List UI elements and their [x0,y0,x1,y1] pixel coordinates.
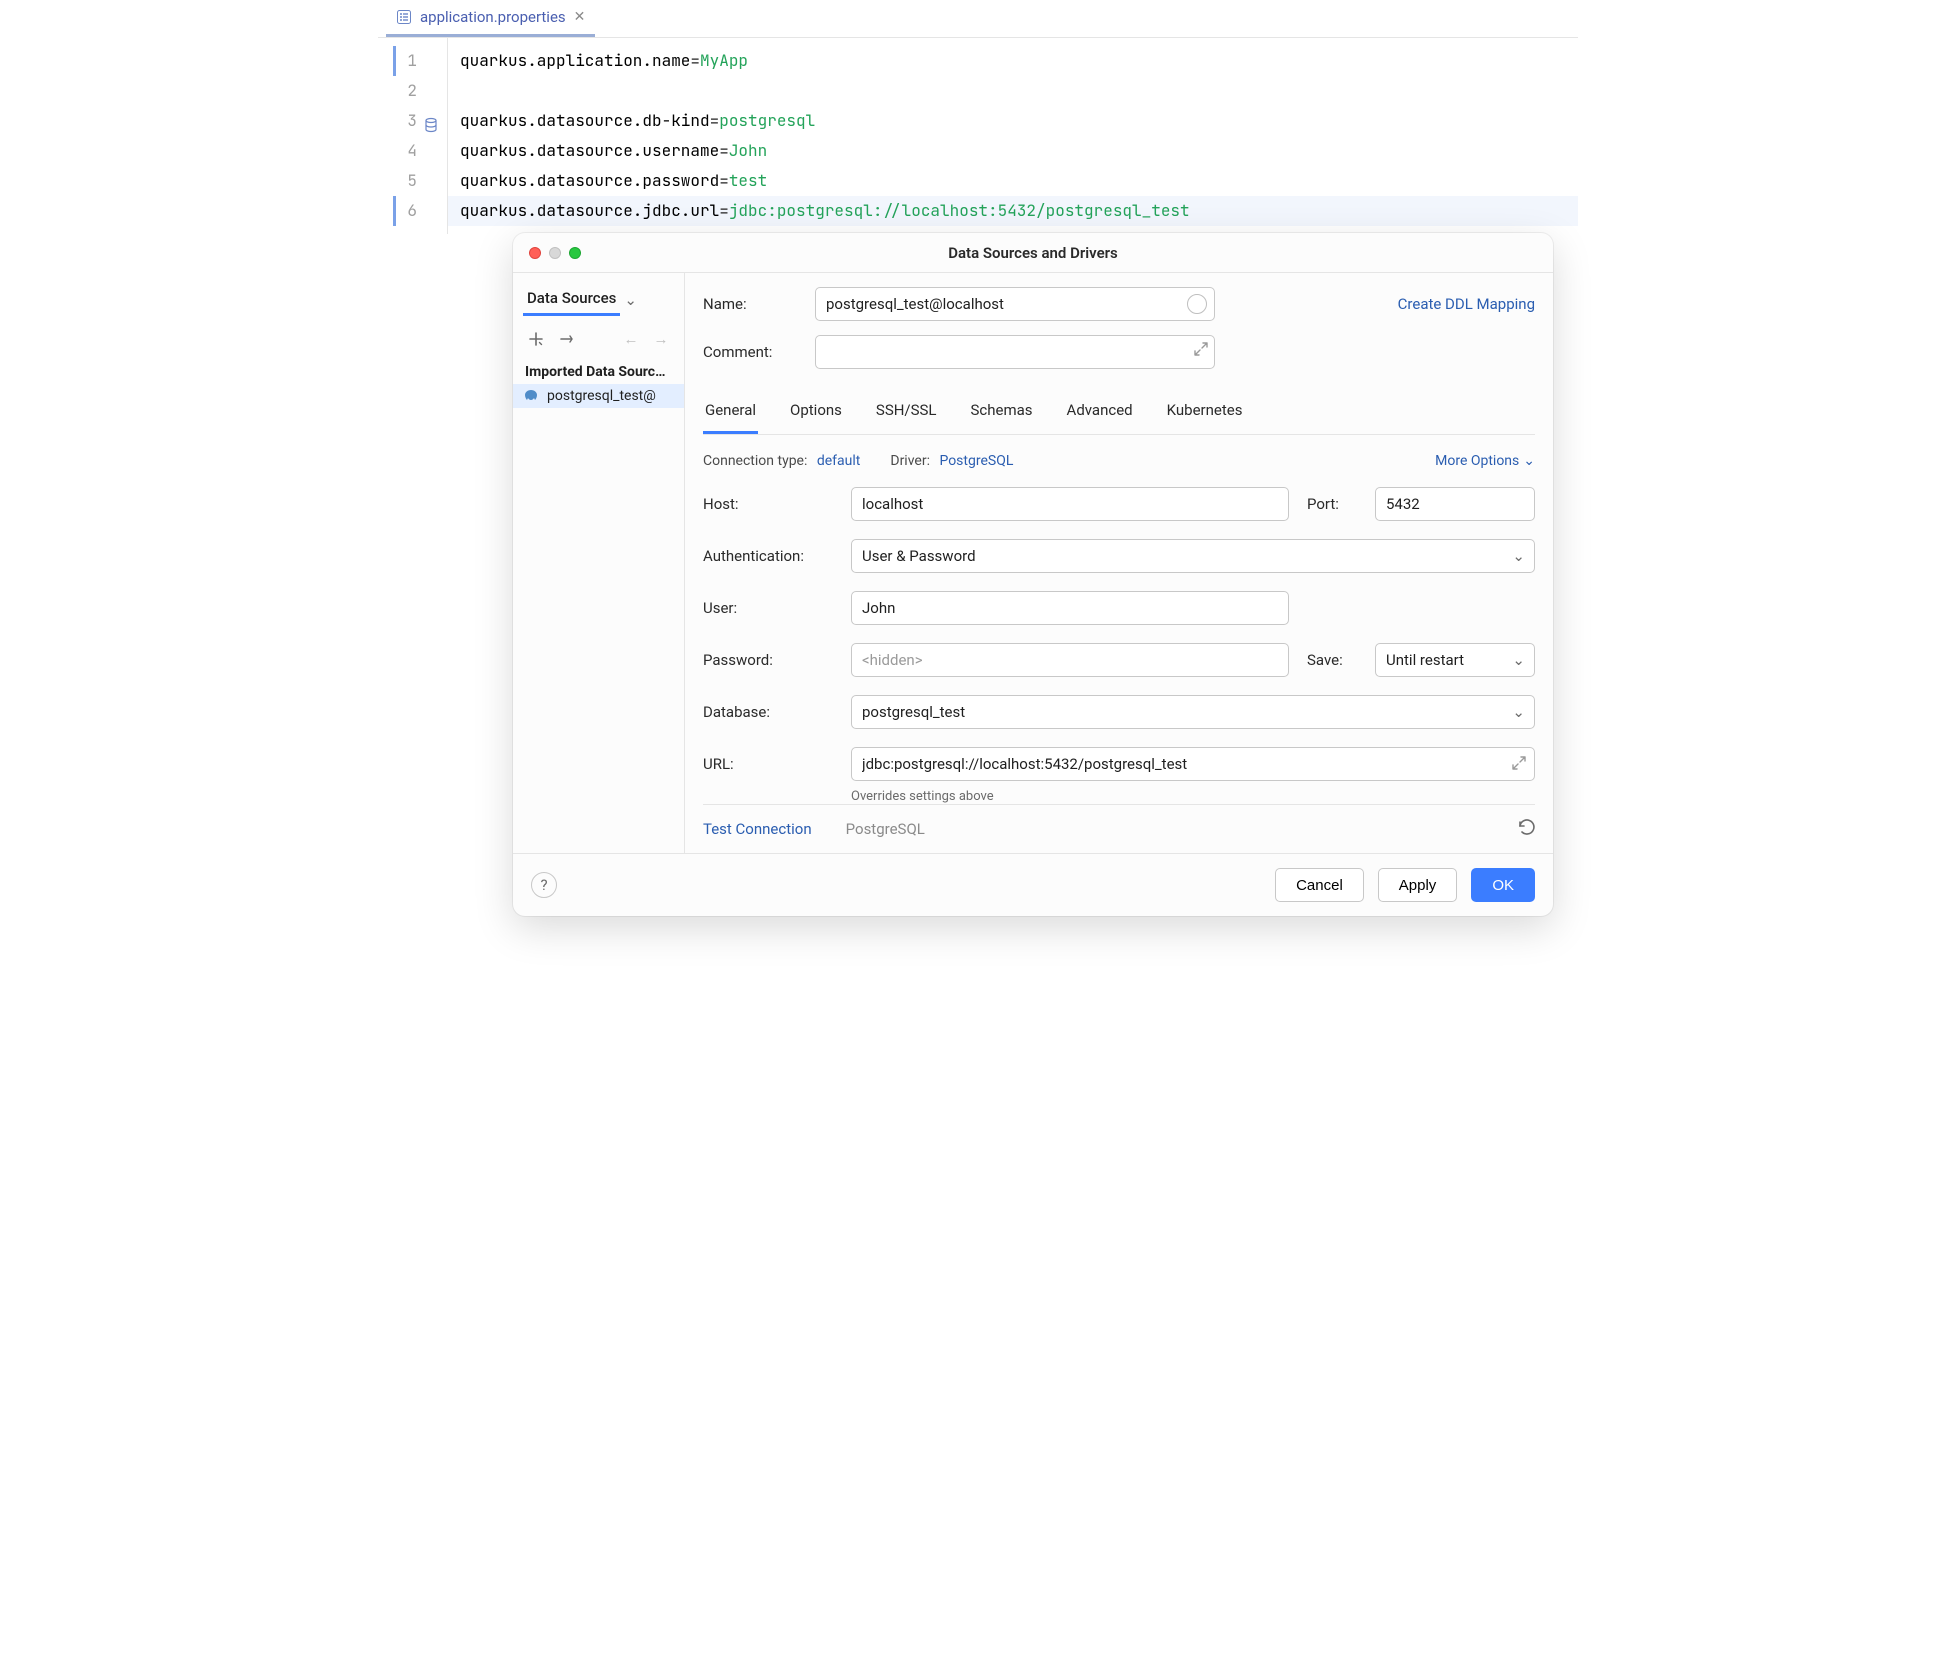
window-controls [529,247,581,259]
code-editor[interactable]: 1 2 3 4 5 6 quarkus.application.name=MyA… [378,38,1578,234]
file-tab[interactable]: application.properties ✕ [386,0,595,37]
url-hint: Overrides settings above [851,789,1535,804]
save-select[interactable] [1375,643,1535,677]
zoom-window-icon[interactable] [569,247,581,259]
tab-schemas[interactable]: Schemas [969,393,1035,434]
chevron-down-icon: ⌄ [1523,453,1535,469]
code-line [448,76,1578,106]
name-label: Name: [703,295,799,313]
code-line: quarkus.datasource.db-kind=postgresql [448,106,1578,136]
expand-icon[interactable] [1193,341,1209,361]
dialog-tabs: General Options SSH/SSL Schemas Advanced… [703,393,1535,435]
tab-options[interactable]: Options [788,393,844,434]
test-connection-link[interactable]: Test Connection [703,820,812,838]
close-icon[interactable]: ✕ [574,10,586,24]
editor-code[interactable]: quarkus.application.name=MyApp quarkus.d… [448,38,1578,234]
connection-form: Host: Port: Authentication: ⌄ User: Pass… [703,487,1535,804]
dialog-sidebar: Data Sources ⌄ ← → Imported Data Sourc… [513,273,685,853]
postgresql-icon [523,388,539,404]
driver-name: PostgreSQL [846,820,925,838]
data-sources-dialog: Data Sources and Drivers Data Sources ⌄ [513,233,1553,916]
dialog-footer: ? Cancel Apply OK [513,853,1553,916]
database-gutter-icon[interactable] [423,113,439,129]
driver-label: Driver: [890,453,930,469]
sidebar-item-label: postgresql_test@ [547,388,656,404]
code-line: quarkus.datasource.password=test [448,166,1578,196]
dialog-main: Name: Create DDL Mapping Comment: [685,273,1553,853]
database-label: Database: [703,703,833,721]
remove-icon[interactable] [555,328,577,350]
minimize-window-icon[interactable] [549,247,561,259]
code-line: quarkus.datasource.jdbc.url=jdbc:postgre… [448,196,1578,226]
properties-file-icon [396,9,412,25]
tab-kubernetes[interactable]: Kubernetes [1165,393,1245,434]
url-input[interactable] [851,747,1535,781]
more-options-link[interactable]: More Options ⌄ [1435,453,1535,469]
connection-type-label: Connection type: [703,453,807,469]
create-ddl-mapping-link[interactable]: Create DDL Mapping [1398,295,1535,313]
comment-label: Comment: [703,343,799,361]
port-input[interactable] [1375,487,1535,521]
code-line: quarkus.datasource.username=John [448,136,1578,166]
undo-icon[interactable] [1515,817,1535,841]
driver-link[interactable]: PostgreSQL [939,453,1013,469]
password-input[interactable] [851,643,1289,677]
editor-tabs: application.properties ✕ [378,0,1578,38]
connection-meta: Connection type: default Driver: Postgre… [703,453,1535,469]
color-picker-icon[interactable] [1187,294,1207,314]
dialog-title: Data Sources and Drivers [513,244,1553,262]
cancel-button[interactable]: Cancel [1275,868,1364,902]
dialog-lower-bar: Test Connection PostgreSQL [703,804,1535,853]
user-label: User: [703,599,833,617]
add-icon[interactable] [525,328,547,350]
host-label: Host: [703,495,833,513]
back-icon[interactable]: ← [620,328,642,350]
dialog-titlebar[interactable]: Data Sources and Drivers [513,233,1553,273]
tab-general[interactable]: General [703,393,758,434]
database-input[interactable] [851,695,1535,729]
sidebar-section-label: Imported Data Sourc… [513,358,684,384]
sidebar-item-postgresql-test[interactable]: postgresql_test@ [513,384,684,408]
tab-advanced[interactable]: Advanced [1065,393,1135,434]
url-label: URL: [703,755,833,773]
password-label: Password: [703,651,833,669]
code-line: quarkus.application.name=MyApp [448,46,1578,76]
file-tab-label: application.properties [420,8,566,26]
tab-ssh-ssl[interactable]: SSH/SSL [874,393,939,434]
apply-button[interactable]: Apply [1378,868,1458,902]
user-input[interactable] [851,591,1289,625]
ok-button[interactable]: OK [1471,868,1535,902]
chevron-down-icon[interactable]: ⌄ [624,291,637,309]
host-input[interactable] [851,487,1289,521]
connection-type-link[interactable]: default [817,453,861,469]
name-input[interactable] [815,287,1215,321]
comment-input[interactable] [815,335,1215,369]
authentication-select[interactable] [851,539,1535,573]
authentication-label: Authentication: [703,547,833,565]
port-label: Port: [1307,495,1357,513]
forward-icon[interactable]: → [650,328,672,350]
close-window-icon[interactable] [529,247,541,259]
save-label: Save: [1307,651,1357,669]
sidebar-tab-data-sources[interactable]: Data Sources [523,283,620,316]
expand-icon[interactable] [1511,755,1527,775]
editor-gutter: 1 2 3 4 5 6 [378,38,448,234]
sidebar-toolbar: ← → [513,320,684,358]
help-icon[interactable]: ? [531,872,557,898]
